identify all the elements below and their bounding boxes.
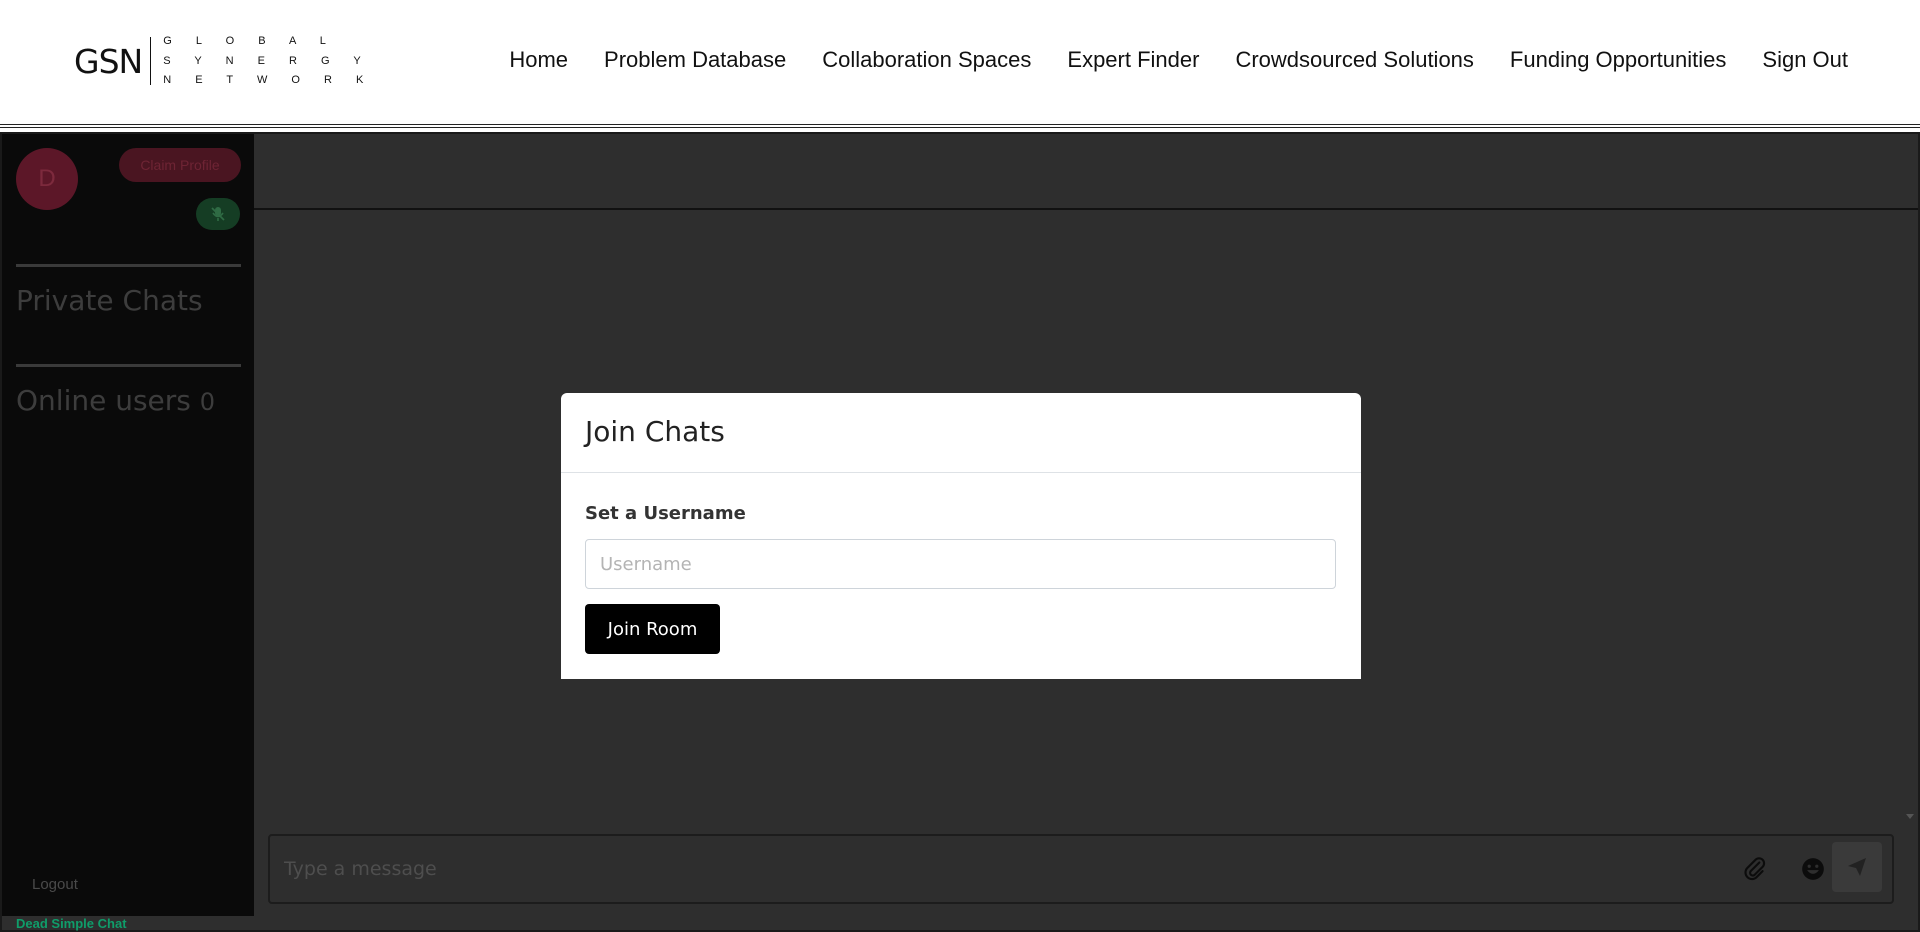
message-composer: [268, 834, 1894, 904]
nav-collaboration-spaces[interactable]: Collaboration Spaces: [822, 47, 1031, 73]
nav-home[interactable]: Home: [509, 47, 568, 73]
join-room-button[interactable]: Join Room: [585, 604, 720, 654]
logo-abbr: GSN: [74, 41, 143, 81]
logo-word-network: N E T W O R K: [163, 74, 374, 86]
nav-funding-opportunities[interactable]: Funding Opportunities: [1510, 47, 1726, 73]
nav-problem-database[interactable]: Problem Database: [604, 47, 786, 73]
main-nav: Home Problem Database Collaboration Spac…: [509, 47, 1848, 73]
claim-profile-button[interactable]: Claim Profile: [119, 148, 241, 182]
avatar[interactable]: D: [16, 148, 78, 210]
logo-separator: [150, 37, 152, 85]
modal-header: Join Chats: [561, 393, 1361, 473]
mute-button[interactable]: [196, 198, 240, 230]
message-input[interactable]: [282, 848, 1686, 890]
sidebar-divider: [16, 364, 241, 367]
chat-header: [254, 134, 1918, 210]
nav-crowdsourced-solutions[interactable]: Crowdsourced Solutions: [1235, 47, 1473, 73]
join-chats-modal: Join Chats Set a Username Join Room: [561, 393, 1361, 679]
chat-sidebar: D Claim Profile Private Chats Online use…: [2, 134, 254, 916]
avatar-letter: D: [38, 165, 56, 192]
logo-word-synergy: S Y N E R G Y: [163, 54, 372, 67]
send-button[interactable]: [1832, 842, 1882, 892]
online-users-count: 0: [199, 388, 216, 416]
online-users-label: Online users: [16, 384, 191, 417]
dead-simple-chat-brand[interactable]: Dead Simple Chat: [16, 916, 127, 931]
sidebar-divider: [16, 264, 241, 267]
emoji-icon[interactable]: [1800, 856, 1826, 882]
online-users-heading: Online users 0: [16, 384, 215, 417]
username-input[interactable]: [585, 539, 1336, 589]
logo-word-global: G L O B A L: [163, 35, 337, 47]
scroll-down-arrow[interactable]: [1906, 814, 1914, 819]
username-label: Set a Username: [585, 503, 746, 524]
nav-expert-finder[interactable]: Expert Finder: [1067, 47, 1199, 73]
microphone-slash-icon: [211, 207, 225, 221]
logout-link[interactable]: Logout: [32, 876, 78, 893]
modal-title: Join Chats: [585, 415, 725, 448]
nav-sign-out[interactable]: Sign Out: [1762, 47, 1848, 73]
logo-wordmark: G L O B A L S Y N E R G Y N E T W O R K: [163, 36, 374, 86]
private-chats-heading: Private Chats: [16, 284, 203, 317]
paperclip-icon[interactable]: [1742, 856, 1768, 882]
site-header: GSN G L O B A L S Y N E R G Y N E T W O …: [0, 0, 1920, 128]
send-icon: [1848, 858, 1866, 876]
gsn-logo[interactable]: GSN G L O B A L S Y N E R G Y N E T W O …: [74, 36, 374, 86]
